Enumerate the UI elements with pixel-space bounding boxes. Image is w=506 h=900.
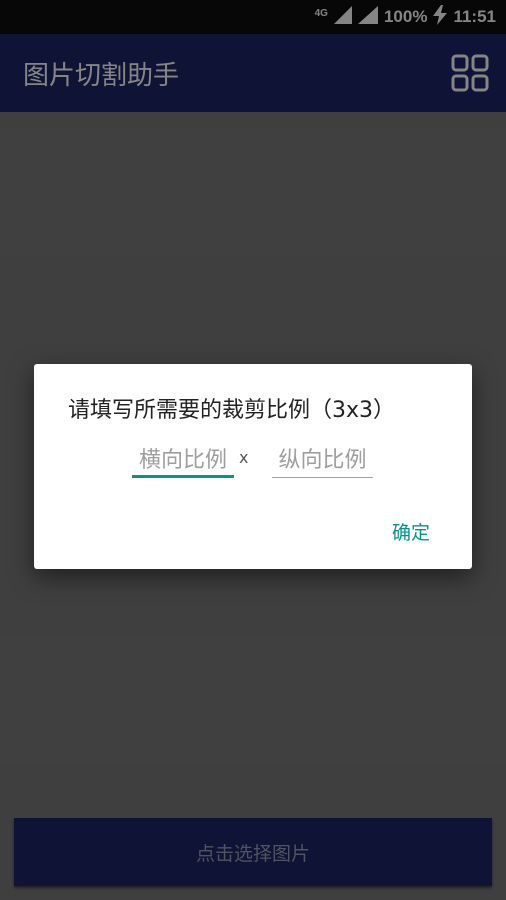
ratio-separator: x [239,448,249,467]
vertical-ratio-input[interactable]: 纵向比例 [272,438,373,478]
dialog-title: 请填写所需要的裁剪比例（3x3） [68,398,396,423]
confirm-button[interactable]: 确定 [392,518,430,545]
ratio-dialog: 请填写所需要的裁剪比例（3x3） 横向比例 x 纵向比例 确定 [34,364,472,569]
horizontal-ratio-input[interactable]: 横向比例 [132,438,234,478]
